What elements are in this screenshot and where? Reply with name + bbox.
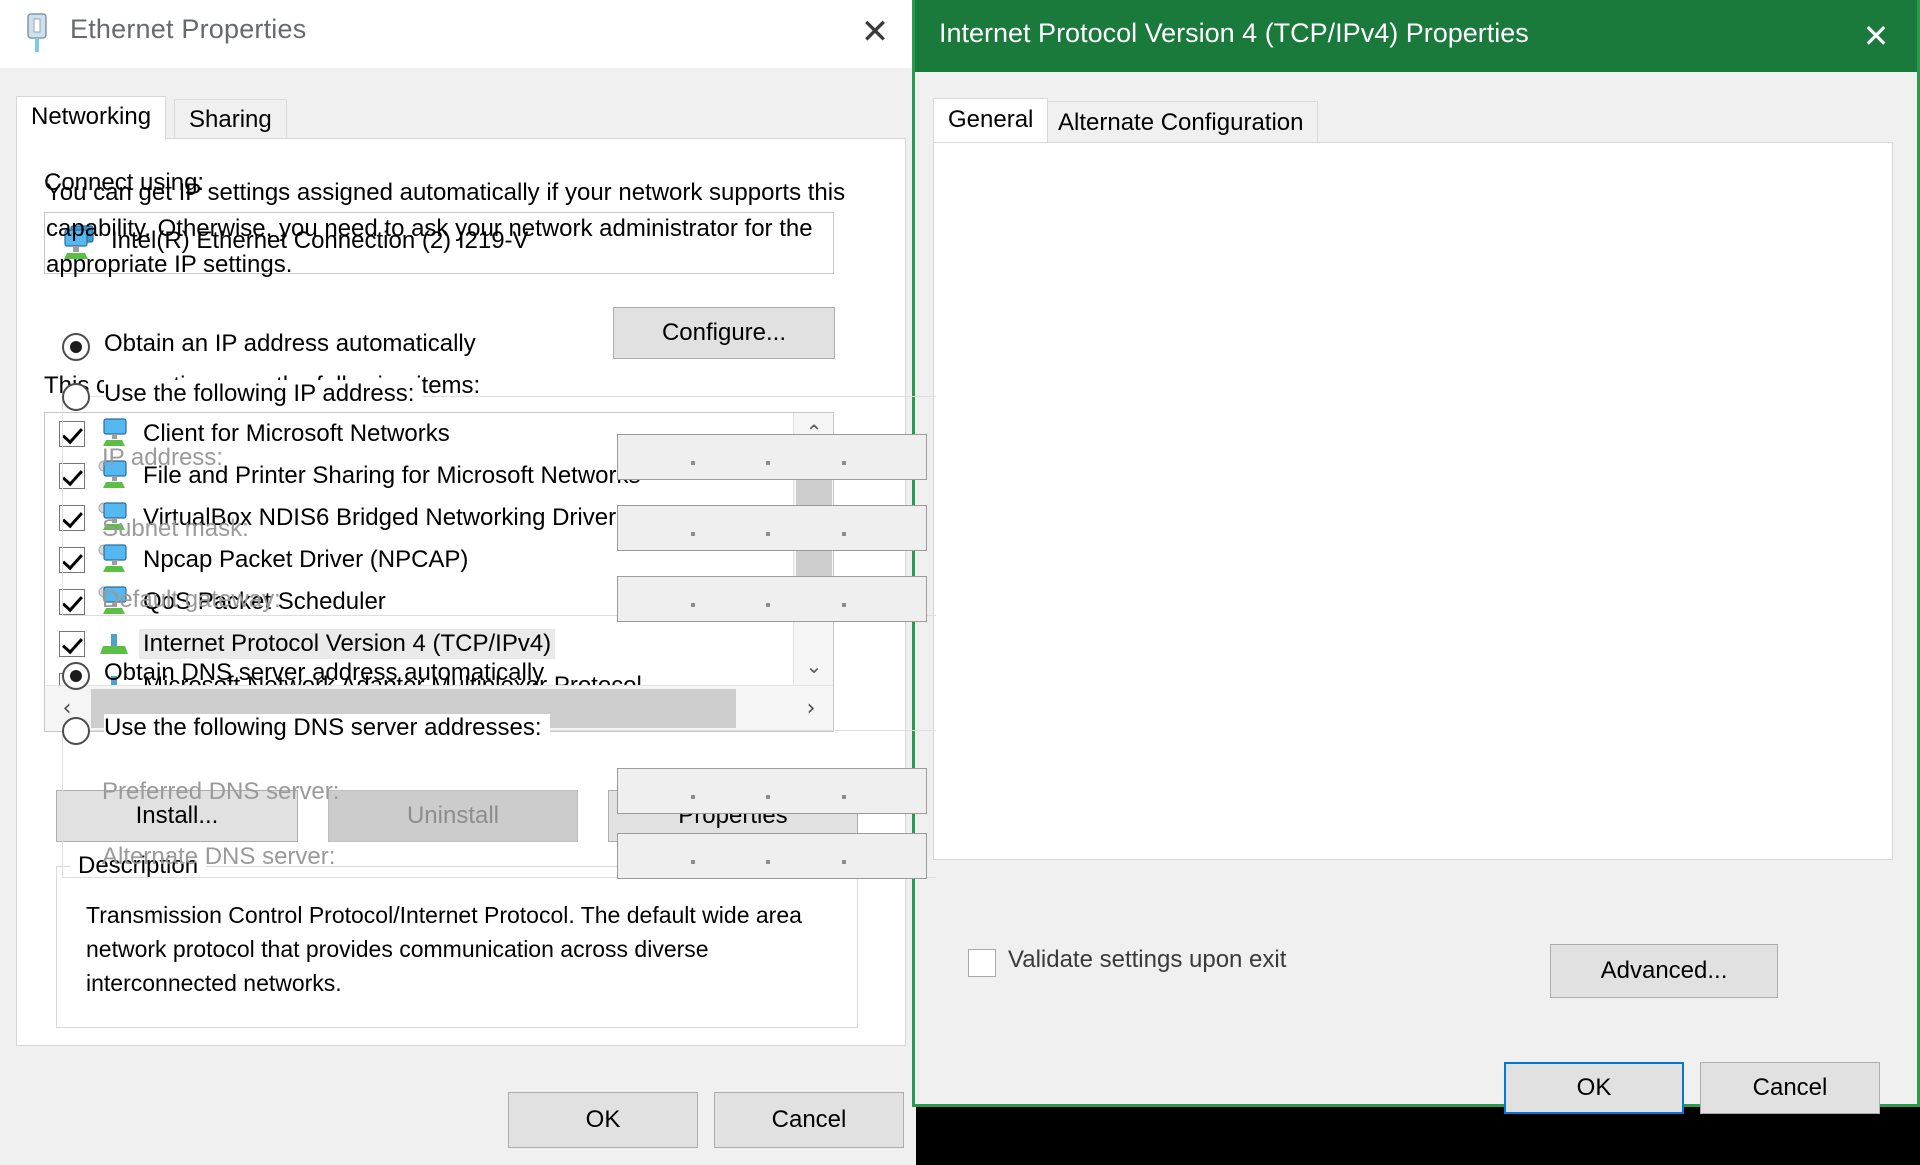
configure-button[interactable]: Configure... — [613, 307, 835, 359]
ipv4-window-title: Internet Protocol Version 4 (TCP/IPv4) P… — [939, 18, 1529, 48]
network-protocol-icon — [100, 634, 128, 654]
radio-use-following-dns-label[interactable]: Use the following DNS server addresses: — [104, 714, 550, 742]
ip-dot-separator — [842, 461, 846, 465]
tab-networking[interactable]: Networking — [16, 96, 167, 140]
ip-dot-separator — [766, 532, 770, 536]
ethernet-titlebar: Ethernet Properties ✕ — [0, 0, 916, 68]
manual-dns-groupbox-topline — [556, 730, 936, 731]
window-title: Ethernet Properties — [70, 14, 307, 44]
radio-use-following-dns[interactable] — [62, 717, 90, 745]
ipv4-cancel-button[interactable]: Cancel — [1700, 1062, 1880, 1114]
preferred-dns-input — [617, 768, 927, 814]
default-gateway-input — [617, 576, 927, 622]
ip-dot-separator — [691, 860, 695, 864]
preferred-dns-label: Preferred DNS server: — [102, 778, 340, 805]
alternate-dns-label: Alternate DNS server: — [102, 843, 336, 870]
list-item-label: Internet Protocol Version 4 (TCP/IPv4) — [139, 629, 556, 659]
radio-obtain-dns-automatically[interactable] — [62, 662, 90, 690]
tab-sharing[interactable]: Sharing — [174, 99, 287, 138]
ipv4-properties-window: Internet Protocol Version 4 (TCP/IPv4) P… — [912, 0, 1920, 1107]
ip-dot-separator — [766, 603, 770, 607]
general-tab-panel — [933, 142, 1893, 860]
ethernet-cancel-button[interactable]: Cancel — [714, 1092, 904, 1148]
ip-dot-separator — [691, 795, 695, 799]
subnet-mask-label: Subnet mask: — [102, 515, 249, 542]
validate-settings-label: Validate settings upon exit — [1008, 946, 1287, 973]
scroll-right-icon[interactable]: › — [789, 686, 833, 731]
manual-ip-groupbox-topline — [400, 396, 936, 397]
radio-use-following-ip-label[interactable]: Use the following IP address: — [104, 380, 423, 408]
scroll-down-icon[interactable]: ⌄ — [794, 647, 834, 685]
validate-settings-checkbox — [968, 949, 996, 977]
close-icon[interactable]: ✕ — [1851, 12, 1901, 60]
ip-dot-separator — [842, 795, 846, 799]
ipv4-titlebar: Internet Protocol Version 4 (TCP/IPv4) P… — [915, 0, 1917, 72]
radio-obtain-ip-automatically[interactable] — [62, 333, 90, 361]
advanced-button[interactable]: Advanced... — [1550, 944, 1778, 998]
subnet-mask-input — [617, 505, 927, 551]
ip-dot-separator — [842, 532, 846, 536]
radio-obtain-ip-automatically-label[interactable]: Obtain an IP address automatically — [104, 330, 476, 358]
alternate-dns-input — [617, 833, 927, 879]
tab-general[interactable]: General — [933, 98, 1049, 142]
close-icon[interactable]: ✕ — [848, 8, 902, 56]
ethernet-ok-button[interactable]: OK — [508, 1092, 698, 1148]
ip-dot-separator — [691, 532, 695, 536]
radio-use-following-ip[interactable] — [62, 383, 90, 411]
ipv4-intro-text: You can get IP settings assigned automat… — [46, 179, 846, 278]
ip-dot-separator — [691, 461, 695, 465]
radio-obtain-dns-automatically-label[interactable]: Obtain DNS server address automatically — [104, 659, 544, 687]
ethernet-tabstrip: Networking Sharing — [16, 96, 906, 140]
ip-dot-separator — [842, 603, 846, 607]
item-checkbox[interactable] — [59, 631, 85, 657]
tab-alternate-configuration[interactable]: Alternate Configuration — [1043, 101, 1319, 142]
ip-dot-separator — [766, 795, 770, 799]
ip-dot-separator — [766, 860, 770, 864]
ip-address-input — [617, 434, 927, 480]
default-gateway-label: Default gateway: — [102, 586, 281, 613]
ip-dot-separator — [691, 603, 695, 607]
ethernet-port-icon — [27, 13, 47, 52]
ipv4-tabstrip: General Alternate Configuration — [933, 98, 1893, 142]
ip-dot-separator — [766, 461, 770, 465]
ipv4-ok-button[interactable]: OK — [1504, 1062, 1684, 1114]
ip-address-label: IP address: — [102, 444, 223, 471]
description-text: Transmission Control Protocol/Internet P… — [86, 902, 802, 996]
ip-dot-separator — [842, 860, 846, 864]
